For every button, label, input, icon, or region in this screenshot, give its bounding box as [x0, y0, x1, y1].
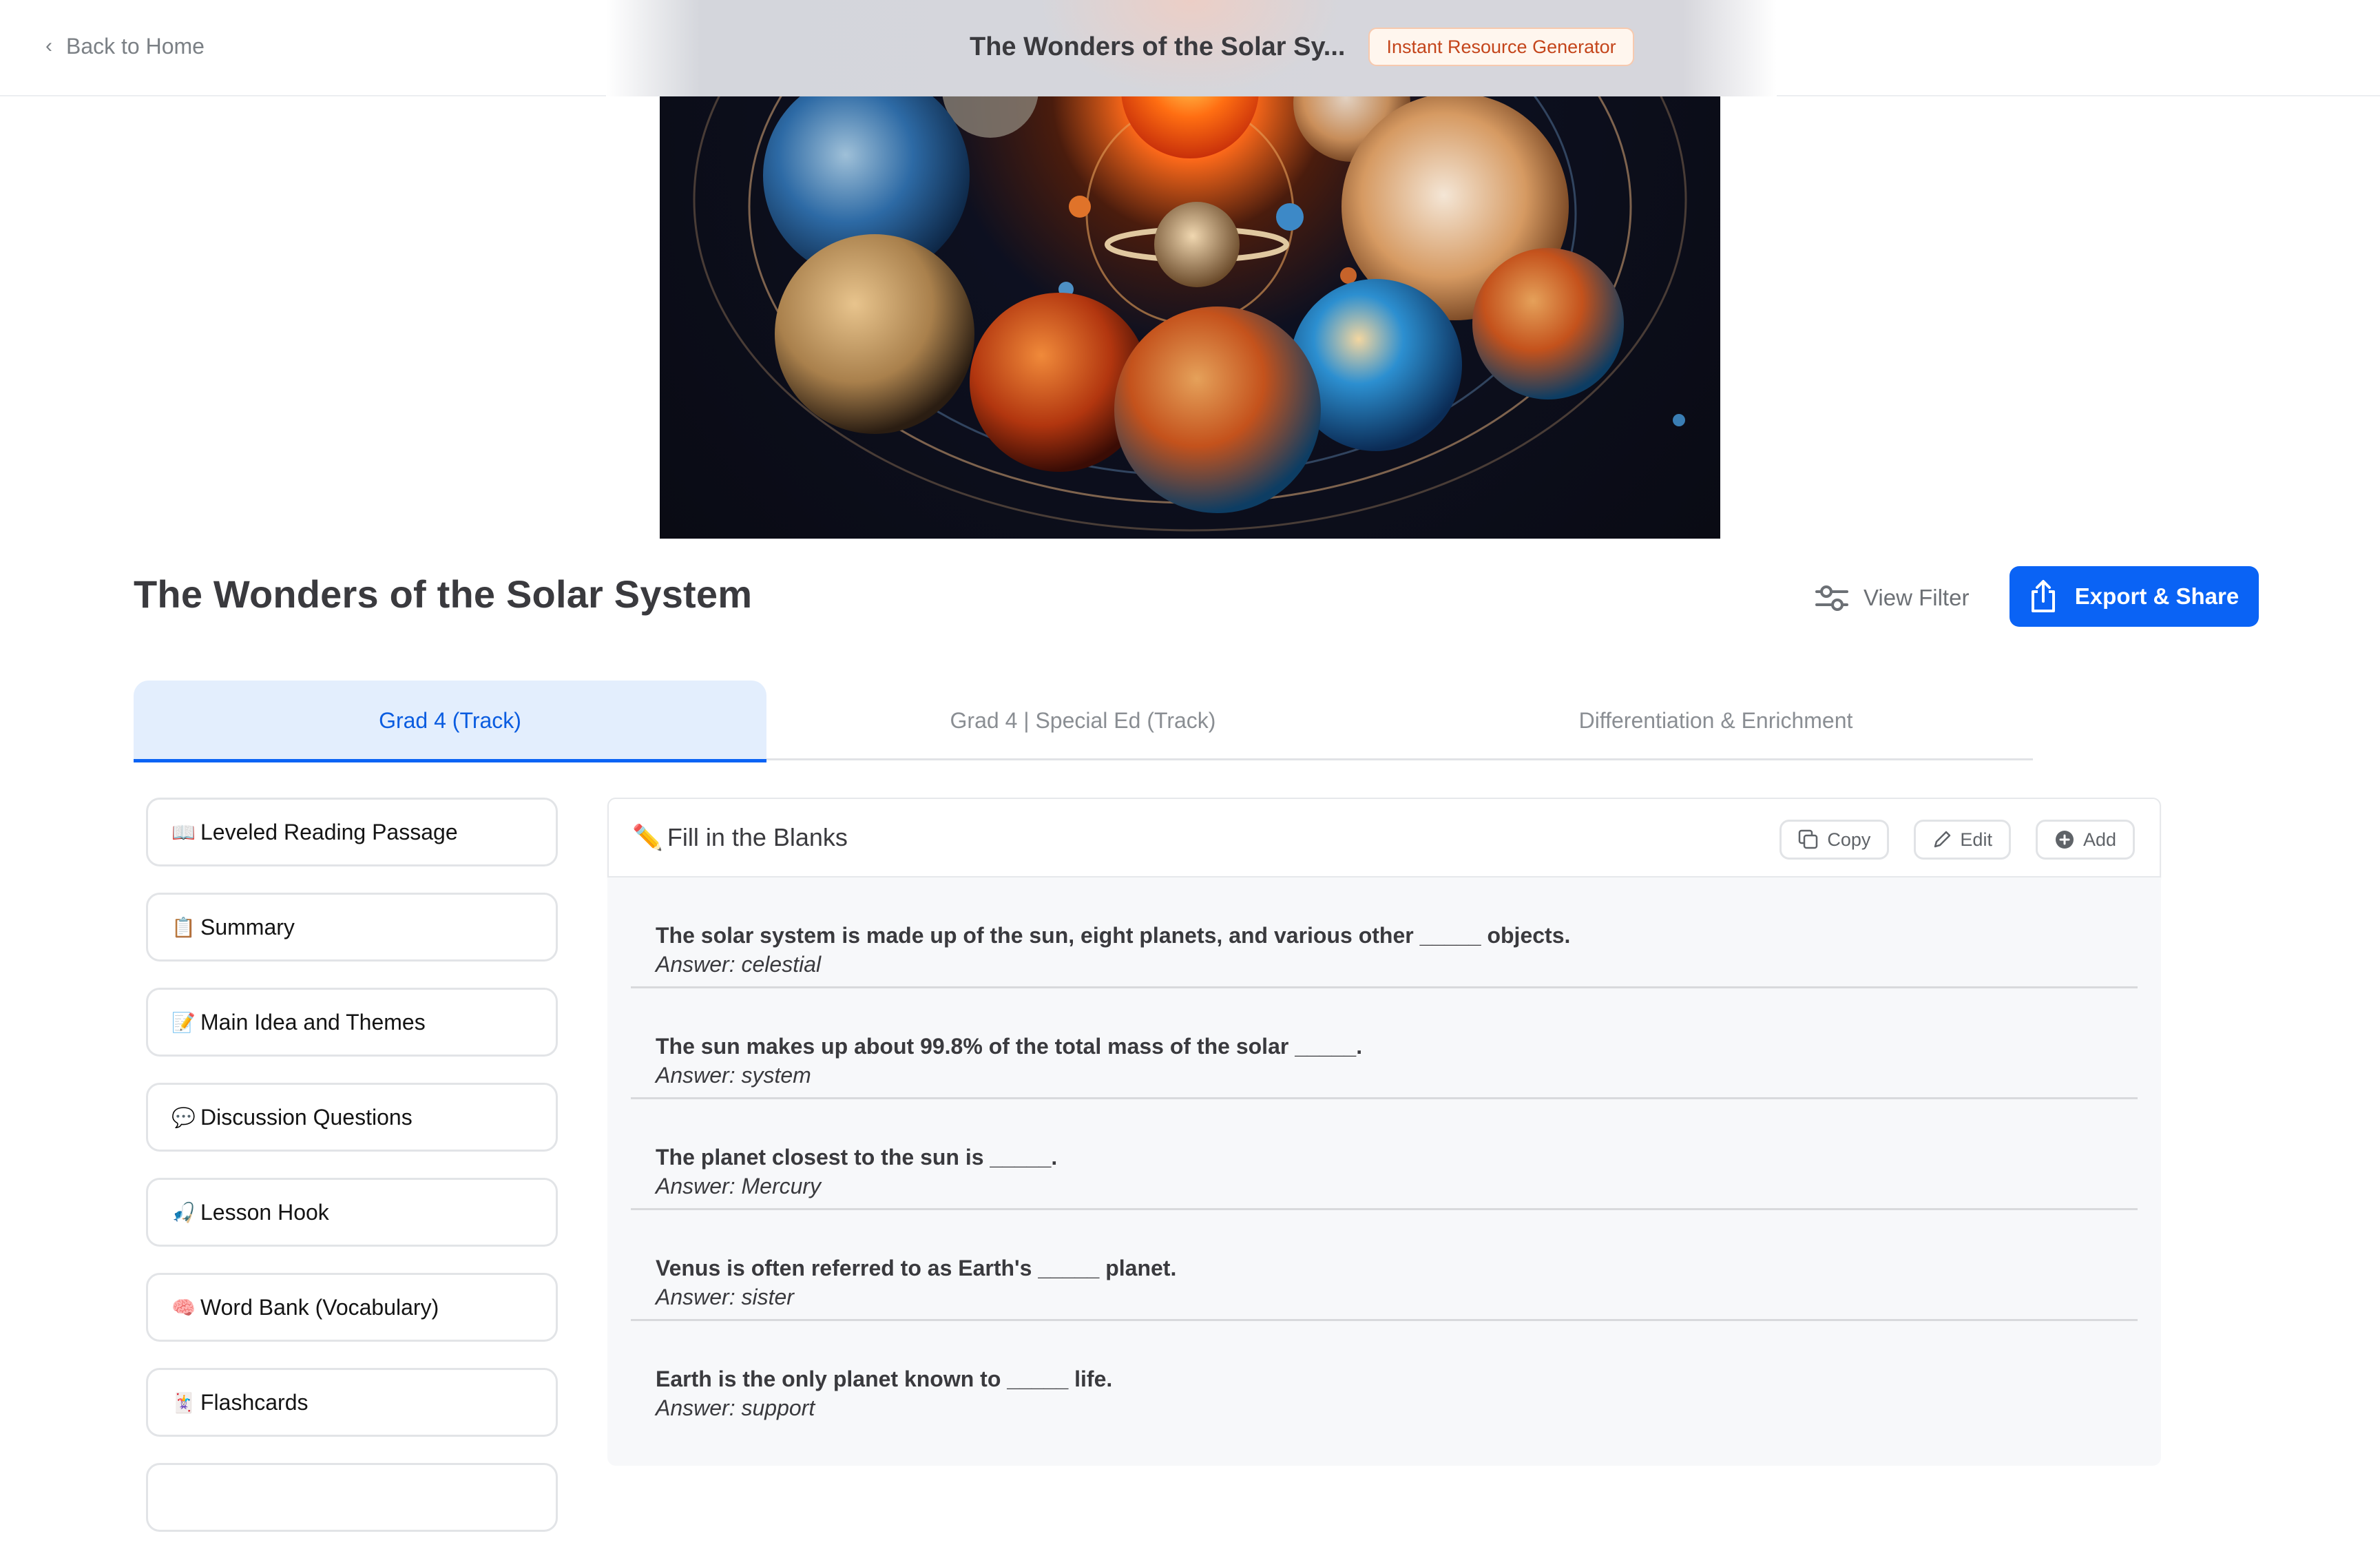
section-actions: Copy Edit Add: [1779, 820, 2135, 860]
tab-differentiation-enrichment[interactable]: Differentiation & Enrichment: [1399, 681, 2032, 760]
chevron-left-icon: ‹: [45, 34, 52, 57]
edit-label: Edit: [1960, 829, 1992, 850]
question-text: The sun makes up about 99.8% of the tota…: [656, 1034, 1363, 1059]
question-answer: Answer: sister: [656, 1285, 794, 1309]
back-to-home-label: Back to Home: [66, 33, 205, 59]
memo-icon: 📝: [171, 1011, 196, 1033]
question-text: Venus is often referred to as Earth's __…: [656, 1256, 1177, 1280]
export-share-button[interactable]: Export & Share: [2010, 566, 2259, 627]
question-item: The sun makes up about 99.8% of the tota…: [631, 988, 2138, 1099]
sidebar-item-lesson-hook[interactable]: 🎣 Lesson Hook: [146, 1178, 558, 1247]
export-share-label: Export & Share: [2074, 583, 2240, 609]
question-text: Earth is the only planet known to _____ …: [656, 1367, 1113, 1391]
planet-shape: [1114, 307, 1321, 513]
copy-button[interactable]: Copy: [1779, 820, 1890, 860]
solar-system-illustration: [693, 96, 1687, 532]
plus-circle-icon: [2055, 831, 2074, 849]
question-text: The solar system is made up of the sun, …: [656, 923, 1571, 948]
document-title: The Wonders of the Solar Sy...: [970, 32, 1346, 61]
pencil-icon: ✏️: [632, 823, 663, 851]
fishing-pole-icon: 🎣: [171, 1201, 196, 1223]
sidebar-item-leveled-reading-passage[interactable]: 📖 Leveled Reading Passage: [146, 798, 558, 866]
question-answer: Answer: system: [656, 1063, 811, 1088]
sidebar-item-discussion-questions[interactable]: 💬 Discussion Questions: [146, 1083, 558, 1152]
question-answer: Answer: support: [656, 1395, 815, 1420]
question-answer: Answer: Mercury: [656, 1174, 822, 1198]
copy-icon: [1799, 829, 1818, 849]
sun-shape: [1121, 96, 1259, 158]
tab-grade-4-track[interactable]: Grad 4 (Track): [134, 681, 766, 762]
clipboard-icon: 📋: [171, 916, 196, 938]
header-title-group: The Wonders of the Solar Sy... Instant R…: [970, 26, 1634, 67]
question-item: The planet closest to the sun is _____. …: [631, 1099, 2138, 1210]
sidebar-item-label: Flashcards: [200, 1389, 309, 1415]
sidebar-item-word-bank[interactable]: 🧠 Word Bank (Vocabulary): [146, 1273, 558, 1342]
sidebar-item-label: Discussion Questions: [200, 1104, 413, 1130]
sidebar-item-label: Lesson Hook: [200, 1199, 329, 1225]
saturn-shape: [1154, 202, 1240, 287]
edit-button[interactable]: Edit: [1914, 820, 2011, 860]
view-filter-label: View Filter: [1864, 585, 1970, 610]
speech-bubble-icon: 💬: [171, 1106, 196, 1128]
question-item: Venus is often referred to as Earth's __…: [631, 1210, 2138, 1321]
sliders-icon: [1815, 585, 1848, 611]
question-item: The solar system is made up of the sun, …: [631, 877, 2138, 988]
question-text: The planet closest to the sun is _____.: [656, 1145, 1058, 1170]
sidebar-item-flashcards[interactable]: 🃏 Flashcards: [146, 1368, 558, 1437]
sidebar-item-label: Summary: [200, 914, 295, 939]
track-tabs: Grad 4 (Track) Grad 4 | Special Ed (Trac…: [134, 681, 2033, 762]
question-item: Earth is the only planet known to _____ …: [631, 1321, 2138, 1432]
section-title-text: Fill in the Blanks: [667, 823, 848, 851]
resource-generator-badge: Instant Resource Generator: [1368, 28, 1634, 66]
pencil-edit-icon: [1934, 831, 1951, 848]
share-upload-icon: [2031, 580, 2055, 612]
tab-grade-4-special-ed-track[interactable]: Grad 4 | Special Ed (Track): [766, 681, 1399, 760]
sidebar-item-partial[interactable]: [146, 1463, 558, 1532]
question-answer: Answer: celestial: [656, 952, 822, 977]
hero-image: [660, 96, 1720, 539]
open-book-icon: 📖: [171, 821, 196, 843]
resource-sidebar: 📖 Leveled Reading Passage 📋 Summary 📝 Ma…: [146, 798, 558, 1558]
brain-icon: 🧠: [171, 1296, 196, 1318]
sidebar-item-label: Word Bank (Vocabulary): [200, 1294, 439, 1320]
view-filter-button[interactable]: View Filter: [1815, 579, 1969, 617]
add-label: Add: [2082, 829, 2116, 850]
venus-shape: [775, 234, 974, 434]
fill-in-blanks-list: The solar system is made up of the sun, …: [607, 877, 2161, 1466]
top-header: ‹ Back to Home The Wonders of the Solar …: [0, 0, 2380, 96]
page-title: The Wonders of the Solar System: [134, 572, 753, 616]
sidebar-item-label: Main Idea and Themes: [200, 1009, 426, 1035]
joker-card-icon: 🃏: [171, 1391, 196, 1413]
section-header: ✏️ Fill in the Blanks Copy Edit Add: [607, 798, 2161, 877]
sidebar-item-summary[interactable]: 📋 Summary: [146, 893, 558, 962]
back-to-home-link[interactable]: ‹ Back to Home: [45, 30, 205, 62]
copy-label: Copy: [1827, 829, 1871, 850]
sidebar-item-label: Leveled Reading Passage: [200, 819, 458, 844]
add-button[interactable]: Add: [2035, 820, 2135, 860]
section-title: ✏️ Fill in the Blanks: [632, 823, 848, 852]
sidebar-item-main-idea-themes[interactable]: 📝 Main Idea and Themes: [146, 988, 558, 1057]
